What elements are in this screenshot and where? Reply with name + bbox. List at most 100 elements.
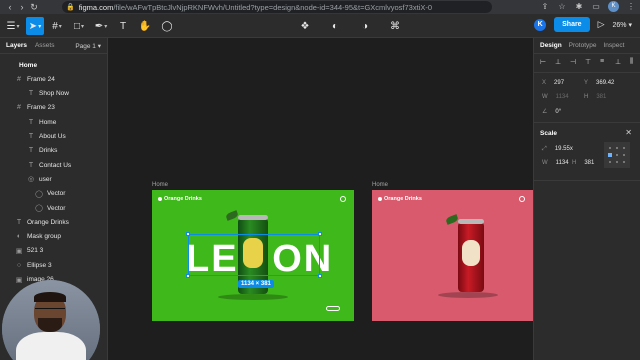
- layer-row[interactable]: # Frame 23: [0, 101, 108, 115]
- layer-row[interactable]: # Frame 24: [0, 72, 108, 86]
- comment-tool-button[interactable]: ◯: [158, 17, 176, 35]
- layer-row[interactable]: ◯ Vector: [0, 201, 108, 215]
- ellipse-icon: ○: [16, 261, 22, 269]
- frame-tool-button[interactable]: # ▾: [48, 17, 66, 35]
- align-left-icon[interactable]: ⊢: [540, 58, 546, 66]
- boolean-icon[interactable]: ◑: [356, 17, 374, 35]
- present-play-icon[interactable]: ▷: [598, 19, 605, 30]
- layer-label: Home: [39, 118, 57, 126]
- align-center-v-icon[interactable]: ≡: [600, 58, 606, 66]
- forward-icon[interactable]: ›: [16, 1, 28, 13]
- tab-inspect[interactable]: Inspect: [604, 42, 625, 49]
- user-circle-icon: [519, 196, 525, 202]
- alignment-tools: ⊢ ⊥ ⊣ ⊤ ≡ ⊥ ⫼: [540, 58, 636, 66]
- extensions-icon[interactable]: ✱: [574, 2, 584, 11]
- h-field[interactable]: H 381: [584, 94, 606, 100]
- text-icon: T: [28, 161, 34, 169]
- text-icon: T: [28, 147, 34, 155]
- layer-label: user: [39, 175, 52, 183]
- layer-row[interactable]: T Contact Us: [0, 158, 108, 172]
- logo-dot-icon: [158, 197, 162, 201]
- align-right-icon[interactable]: ⊣: [570, 58, 576, 66]
- selection-box[interactable]: [188, 234, 320, 276]
- layer-row[interactable]: ▣ 521 3: [0, 244, 108, 258]
- rotation-field[interactable]: ∠ 0°: [542, 108, 561, 115]
- shape-tool-button[interactable]: □ ▾: [70, 17, 88, 35]
- align-top-icon[interactable]: ⊤: [585, 58, 591, 66]
- layer-row[interactable]: ○ Ellipse 3: [0, 258, 108, 272]
- layer-row[interactable]: ◯ Vector: [0, 187, 108, 201]
- layer-row[interactable]: T Shop Now: [0, 87, 108, 101]
- resize-handle[interactable]: [186, 274, 190, 278]
- hand-tool-button[interactable]: ✋: [136, 17, 154, 35]
- layer-row[interactable]: T Drinks: [0, 144, 108, 158]
- frame-icon: #: [52, 20, 58, 32]
- figma-menu-icon: ☰: [6, 20, 16, 32]
- layer-row[interactable]: T About Us: [0, 130, 108, 144]
- x-field[interactable]: X 297: [542, 80, 564, 86]
- drink-can-image[interactable]: [458, 219, 484, 292]
- align-center-h-icon[interactable]: ⊥: [555, 58, 561, 66]
- back-icon[interactable]: ‹: [4, 1, 16, 13]
- frame-home-pink[interactable]: Orange Drinks: [372, 190, 533, 321]
- scale-h-field[interactable]: H 381: [572, 160, 594, 166]
- main-menu-button[interactable]: ☰ ▾: [4, 17, 22, 35]
- resize-handle[interactable]: [318, 274, 322, 278]
- mask-icon[interactable]: ◐: [326, 17, 344, 35]
- layer-row[interactable]: ◐ Mask group: [0, 230, 108, 244]
- text-icon: T: [28, 90, 34, 98]
- layer-row[interactable]: T Home: [0, 115, 108, 129]
- tab-prototype[interactable]: Prototype: [569, 42, 597, 49]
- presenter-glasses: [35, 308, 65, 314]
- page-selector[interactable]: Page 1 ▾: [75, 42, 101, 50]
- layer-row[interactable]: Home: [0, 58, 108, 72]
- pen-tool-button[interactable]: ✒ ▾: [92, 17, 110, 35]
- frame-logo: Orange Drinks: [378, 196, 422, 202]
- component-icon: ◎: [27, 176, 35, 184]
- scale-factor-field[interactable]: ⤢ 19.55x: [542, 146, 573, 153]
- cursor-icon: ➤: [28, 20, 38, 32]
- design-canvas[interactable]: Home Home Orange Drinks LEMON Orange Dri…: [108, 38, 533, 360]
- shop-now-button: [326, 306, 340, 311]
- presenter-hair: [34, 292, 66, 302]
- sidebar-icon[interactable]: ▭: [591, 2, 601, 11]
- frame-label[interactable]: Home: [152, 182, 168, 188]
- layer-row[interactable]: T Orange Drinks: [0, 215, 108, 229]
- scale-w-field[interactable]: W 1134: [542, 160, 569, 166]
- tab-layers[interactable]: Layers: [6, 42, 27, 49]
- frame-label[interactable]: Home: [372, 182, 388, 188]
- resize-handle[interactable]: [186, 232, 190, 236]
- zoom-dropdown[interactable]: 26% ▾: [613, 21, 632, 29]
- layer-label: 521 3: [27, 247, 44, 255]
- resize-handle[interactable]: [318, 232, 322, 236]
- address-bar[interactable]: 🔒 figma.com/file/wAFwTpBtcJlvNjpRKNFWvh/…: [62, 1, 492, 13]
- text-tool-button[interactable]: T: [114, 17, 132, 35]
- user-avatar[interactable]: K: [534, 18, 547, 31]
- layer-label: Mask group: [27, 233, 61, 241]
- pen-icon: ✒: [94, 20, 104, 32]
- distribute-icon[interactable]: ⫼: [630, 58, 636, 66]
- chevron-down-icon: ▾: [16, 23, 20, 30]
- tab-assets[interactable]: Assets: [35, 42, 55, 49]
- share-page-icon[interactable]: ⇪: [540, 2, 550, 11]
- link-icon[interactable]: ⌘: [386, 17, 404, 35]
- move-tool-button[interactable]: ➤ ▾: [26, 17, 44, 35]
- menu-icon[interactable]: ⋮: [626, 2, 636, 11]
- lock-icon: 🔒: [66, 4, 75, 11]
- scale-icon: ⤢: [542, 146, 547, 152]
- profile-avatar[interactable]: K: [608, 1, 619, 12]
- component-icon[interactable]: ❖: [296, 17, 314, 35]
- scale-anchor-grid[interactable]: [604, 142, 630, 168]
- close-icon[interactable]: ✕: [625, 128, 632, 137]
- frame-logo: Orange Drinks: [158, 196, 202, 202]
- y-field[interactable]: Y 369.42: [584, 80, 614, 86]
- layer-row[interactable]: ◎ user: [0, 172, 108, 186]
- w-field[interactable]: W 1134: [542, 94, 569, 100]
- reload-icon[interactable]: ↻: [28, 1, 40, 13]
- share-button[interactable]: Share: [554, 17, 590, 32]
- tab-design[interactable]: Design: [540, 42, 562, 49]
- selection-actions: ❖ ◐ ◑ ⌘: [296, 17, 404, 35]
- align-bottom-icon[interactable]: ⊥: [615, 58, 621, 66]
- hand-icon: ✋: [138, 20, 152, 32]
- bookmark-icon[interactable]: ☆: [557, 2, 567, 11]
